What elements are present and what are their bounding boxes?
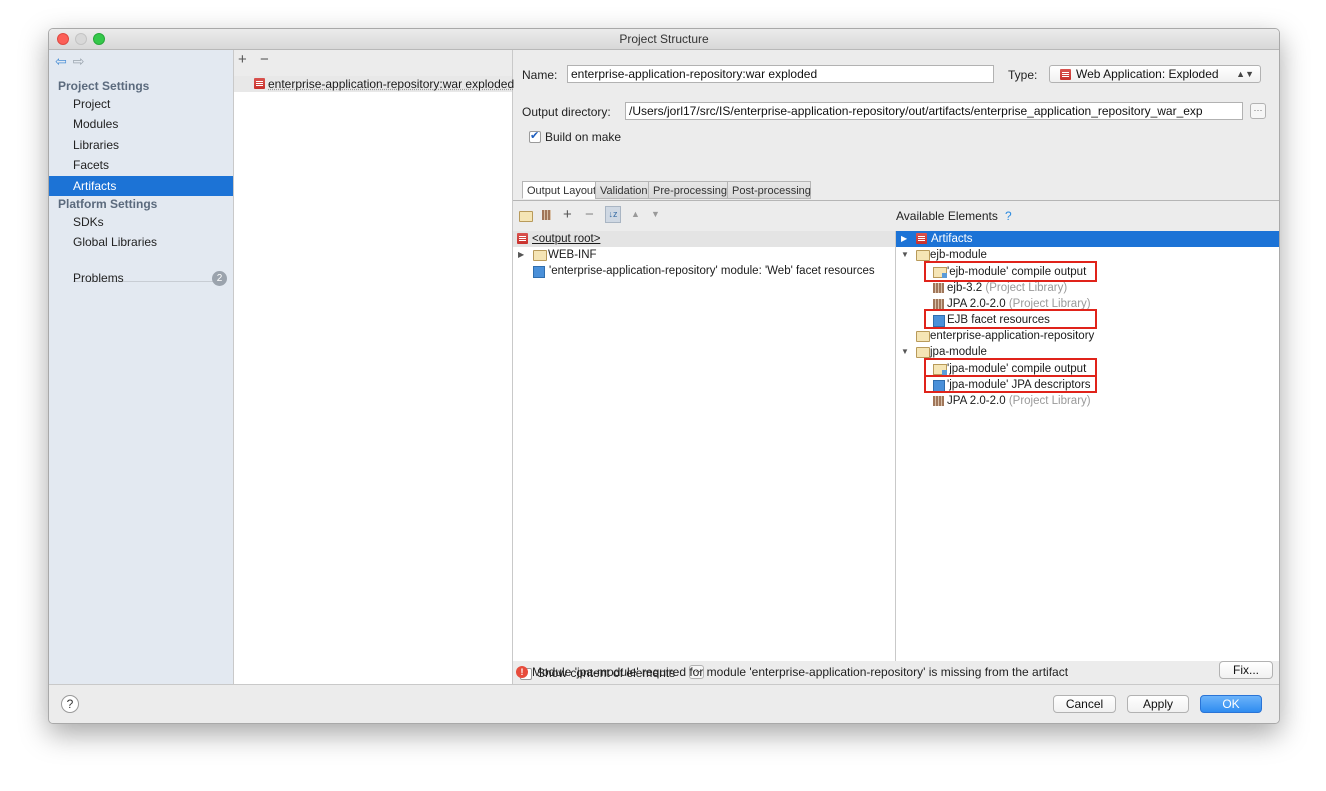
sidebar-item-libraries[interactable]: Libraries [49,135,233,155]
enterprise-app-label: enterprise-application-repository [930,330,1095,342]
ejb-library-label: ejb-3.2 [947,282,983,294]
sidebar-item-facets[interactable]: Facets [49,155,233,175]
build-on-make-label: Build on make [545,130,622,144]
output-root-label: <output root> [532,233,601,245]
collapse-arrow-icon[interactable]: ▼ [901,247,909,263]
select-arrows-icon: ▲▼ [1236,69,1254,79]
back-arrow-icon[interactable]: ⇦ [55,53,67,69]
project-structure-dialog: Project Structure ⇦ ⇨ Project Settings Pr… [48,28,1280,724]
available-elements-header: Available Elements [896,209,998,223]
sidebar-item-global-libraries[interactable]: Global Libraries [49,232,233,252]
jpa-library-2-label: JPA 2.0-2.0 [947,395,1006,407]
avail-row-enterprise-app[interactable]: enterprise-application-repository [896,328,1279,344]
avail-row-artifacts[interactable]: ▶ Artifacts [896,231,1279,247]
browse-button[interactable]: ··· [1250,103,1266,119]
platform-settings-header: Platform Settings [58,197,158,211]
highlight-box [924,375,1097,393]
apply-button[interactable]: Apply [1127,695,1189,713]
expand-arrow-icon[interactable]: ▶ [901,231,907,247]
tree-row-web-inf[interactable]: ▶ WEB-INF [513,247,895,263]
tab-pre-processing[interactable]: Pre-processing [648,181,728,199]
type-select[interactable]: Web Application: Exploded ▲▼ [1049,65,1261,83]
sidebar-item-sdks[interactable]: SDKs [49,212,233,232]
problems-label: Problems [73,271,124,285]
module-folder-icon [916,331,930,342]
war-artifact-icon [517,233,528,244]
artifact-item[interactable]: enterprise-application-repository:war ex… [234,76,515,92]
forward-arrow-icon[interactable]: ⇨ [73,53,85,69]
artifact-list-panel: + − enterprise-application-repository:wa… [234,50,515,684]
web-inf-label: WEB-INF [548,249,597,261]
nav-arrows: ⇦ ⇨ [55,53,90,70]
output-layout-panel: + − ↓z ▲ ▼ Available Elements ? <output … [513,200,1279,661]
output-directory-field[interactable]: /Users/jorl17/src/IS/enterprise-applicat… [625,102,1243,120]
move-down-icon[interactable]: ▼ [651,209,660,219]
add-artifact-button[interactable]: + [238,51,247,68]
fix-button[interactable]: Fix... [1219,661,1273,679]
library-icon [933,299,944,309]
remove-artifact-button[interactable]: − [260,51,269,68]
artifact-item-label: enterprise-application-repository:war ex… [268,77,515,91]
ok-button[interactable]: OK [1200,695,1262,713]
type-label: Type: [1008,68,1038,82]
avail-row-jpa-library-2[interactable]: JPA 2.0-2.0 (Project Library) [896,393,1279,409]
sort-elements-icon[interactable]: ↓z [605,206,621,223]
tab-output-layout[interactable]: Output Layout [522,181,596,199]
library-files-icon[interactable] [542,210,551,220]
web-facet-icon [533,266,545,278]
create-directory-icon[interactable] [519,211,533,222]
tab-post-processing[interactable]: Post-processing [727,181,811,199]
folder-icon [533,250,547,261]
error-message: Module 'jpa-module' required for module … [532,665,1069,679]
artifacts-label: Artifacts [931,233,973,245]
facet-resources-label: 'enterprise-application-repository' modu… [549,265,875,277]
artifacts-icon [916,233,927,244]
library-icon [933,396,944,406]
collapse-arrow-icon[interactable]: ▼ [901,344,909,360]
module-folder-icon [916,347,930,358]
artifact-list-toolbar: + − [234,50,512,76]
sidebar-item-project[interactable]: Project [49,94,233,114]
available-elements-help-icon[interactable]: ? [1005,209,1012,223]
sidebar-item-modules[interactable]: Modules [49,114,233,134]
title-bar: Project Structure [49,29,1279,50]
avail-row-ejb-library[interactable]: ejb-3.2 (Project Library) [896,280,1279,296]
library-icon [933,283,944,293]
add-element-icon[interactable]: + [563,206,572,223]
jpa-library-2-suffix: (Project Library) [1008,395,1091,407]
artifact-config-panel: Name: enterprise-application-repository:… [513,50,1279,684]
remove-element-icon[interactable]: − [585,206,594,223]
tree-row-output-root[interactable]: <output root> [513,231,895,247]
highlight-box [924,309,1097,329]
name-field[interactable]: enterprise-application-repository:war ex… [567,65,994,83]
type-select-value: Web Application: Exploded [1076,67,1219,81]
ejb-library-suffix: (Project Library) [985,282,1068,294]
sidebar-item-problems[interactable]: Problems 2 [49,268,233,288]
error-icon: ! [516,666,528,678]
help-button[interactable]: ? [61,695,79,713]
cancel-button[interactable]: Cancel [1053,695,1116,713]
web-app-icon [1060,69,1071,80]
tab-validation[interactable]: Validation [595,181,649,199]
output-layout-tree: <output root> ▶ WEB-INF 'enterprise-appl… [513,231,896,661]
highlight-box [924,261,1097,282]
move-up-icon[interactable]: ▲ [631,209,640,219]
dialog-footer: ? Cancel Apply OK [49,684,1279,723]
name-label: Name: [522,68,558,82]
module-folder-icon [916,250,930,261]
output-directory-label: Output directory: [522,105,611,119]
available-elements-tree: ▶ Artifacts ▼ ejb-module 'ejb-module' co… [896,231,1279,661]
tree-row-facet-resources[interactable]: 'enterprise-application-repository' modu… [513,263,895,279]
project-settings-header: Project Settings [58,79,150,93]
problems-count-badge: 2 [212,271,227,286]
sidebar-item-artifacts[interactable]: Artifacts [49,176,233,196]
build-on-make-checkbox[interactable] [529,129,541,143]
window-title: Project Structure [619,32,709,46]
settings-sidebar: ⇦ ⇨ Project Settings Project Modules Libr… [49,50,234,684]
war-artifact-icon [254,78,265,89]
expand-arrow-icon[interactable]: ▶ [518,247,524,263]
